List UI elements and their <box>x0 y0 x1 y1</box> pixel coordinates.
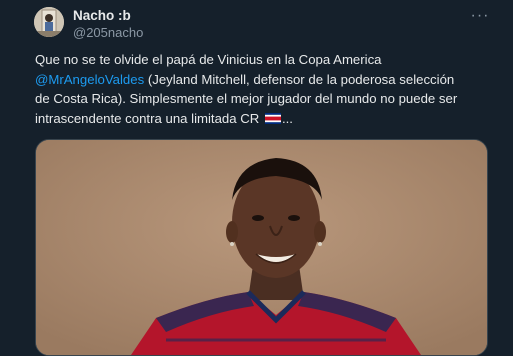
tweet-media-image[interactable] <box>35 139 488 356</box>
avatar-photo-icon <box>34 7 64 37</box>
costa-rica-flag-icon <box>264 112 281 124</box>
player-photo <box>36 140 487 355</box>
author-avatar[interactable] <box>34 7 64 37</box>
mention-link[interactable]: @MrAngeloValdes <box>35 72 144 87</box>
tweet-text-line4: intrascendente contra una limitada CR <box>35 110 263 126</box>
author-info: Nacho :b @205nacho <box>73 8 143 41</box>
more-options-icon[interactable]: ··· <box>469 6 491 26</box>
author-display-name[interactable]: Nacho :b <box>73 8 143 24</box>
tweet-text-line3: de Costa Rica). Simplesmente el mejor ju… <box>35 91 458 107</box>
author-handle[interactable]: @205nacho <box>73 25 143 41</box>
tweet-text: Que no se te olvide el papá de Vinicius … <box>35 50 500 128</box>
tweet-text-ellipsis: ... <box>281 110 293 126</box>
tweet-card[interactable]: Nacho :b @205nacho ··· Que no se te olvi… <box>0 0 513 356</box>
tweet-text-line1: Que no se te olvide el papá de Vinicius … <box>35 52 382 67</box>
tweet-text-line2: (Jeyland Mitchell, defensor de la podero… <box>144 71 455 87</box>
